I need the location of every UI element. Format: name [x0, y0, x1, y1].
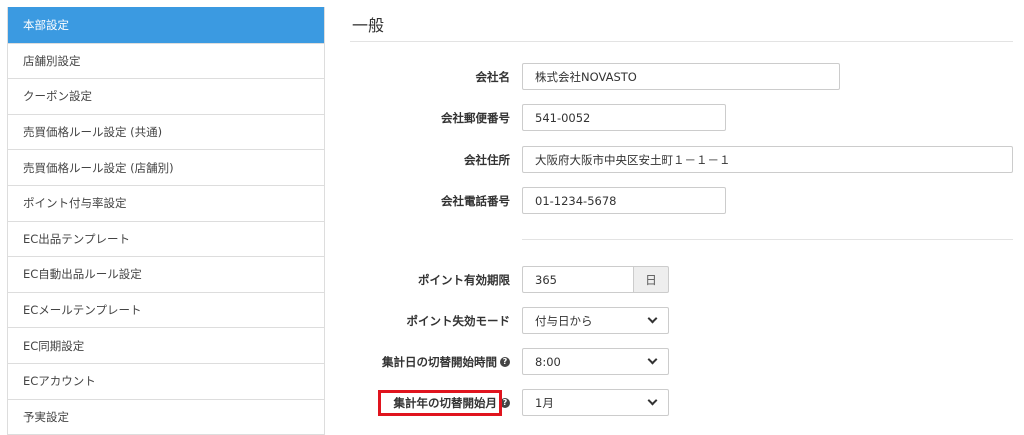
page-title: 一般 — [352, 16, 385, 35]
sidebar-item-ec-account[interactable]: ECアカウント — [8, 362, 324, 399]
question-circle-icon[interactable]: ? — [500, 356, 510, 367]
point-expiry-mode-select[interactable]: 付与日から — [522, 307, 669, 334]
daily-switch-time-value: 8:00 — [535, 354, 561, 369]
yearly-switch-month-value: 1月 — [535, 395, 554, 410]
sidebar-nav: 本部設定 店舗別設定 クーポン設定 売買価格ルール設定 (共通) 売買価格ルール… — [7, 7, 325, 435]
daily-switch-time-select[interactable]: 8:00 — [522, 348, 669, 375]
sidebar-item-honbu[interactable]: 本部設定 — [8, 7, 324, 43]
sidebar-item-price-rule-store[interactable]: 売買価格ルール設定 (店舗別) — [8, 149, 324, 185]
address-input[interactable]: 大阪府大阪市中央区安土町１－１－１ — [522, 146, 1013, 173]
phone-label: 会社電話番号 — [441, 193, 510, 208]
daily-switch-time-label: 集計日の切替開始時間 ? — [350, 348, 510, 375]
postal-code-label: 会社郵便番号 — [441, 110, 510, 125]
sidebar-item-price-rule-common[interactable]: 売買価格ルール設定 (共通) — [8, 113, 324, 150]
company-name-input[interactable]: 株式会社NOVASTO — [522, 63, 840, 90]
sidebar-item-point-rate[interactable]: ポイント付与率設定 — [8, 184, 324, 221]
point-expiry-mode-value: 付与日から — [535, 313, 593, 328]
address-label: 会社住所 — [464, 152, 510, 167]
chevron-down-icon — [647, 313, 658, 324]
sidebar-item-store[interactable]: 店舗別設定 — [8, 42, 324, 79]
sidebar-item-ec-mail-template[interactable]: ECメールテンプレート — [8, 291, 324, 328]
sidebar-item-budget[interactable]: 予実設定 — [8, 398, 324, 435]
section-divider — [522, 239, 1013, 240]
title-divider — [350, 41, 1013, 42]
postal-code-input[interactable]: 541-0052 — [522, 104, 726, 131]
chevron-down-icon — [647, 395, 658, 406]
phone-input[interactable]: 01-1234-5678 — [522, 187, 726, 214]
highlight-annotation-box — [378, 390, 502, 416]
sidebar-item-ec-template[interactable]: EC出品テンプレート — [8, 220, 324, 257]
main-panel: 一般 会社名 株式会社NOVASTO 会社郵便番号 541-0052 会社住所 … — [350, 0, 1013, 435]
sidebar-item-ec-sync[interactable]: EC同期設定 — [8, 327, 324, 363]
sidebar-item-coupon[interactable]: クーポン設定 — [8, 78, 324, 114]
sidebar-item-ec-auto-rule[interactable]: EC自動出品ルール設定 — [8, 256, 324, 292]
company-name-label: 会社名 — [475, 69, 511, 84]
point-expiry-input[interactable]: 365 — [522, 266, 634, 293]
point-expiry-mode-label: ポイント失効モード — [406, 313, 511, 328]
yearly-switch-month-select[interactable]: 1月 — [522, 389, 669, 416]
chevron-down-icon — [647, 354, 658, 365]
point-expiry-label: ポイント有効期限 — [418, 272, 510, 287]
point-expiry-unit: 日 — [634, 266, 669, 293]
